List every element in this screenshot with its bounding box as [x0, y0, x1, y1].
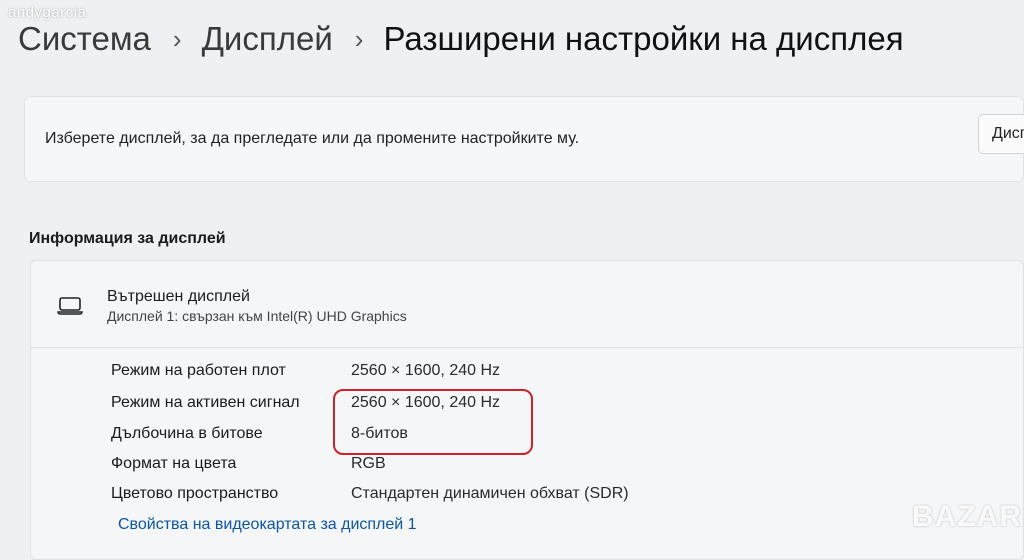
red-highlight-annotation — [333, 389, 533, 455]
display-select-dropdown[interactable]: Дисплей 1 — [978, 114, 1024, 154]
page-title: Разширени настройки на дисплея — [383, 20, 904, 57]
info-label-color-format: Формат на цвета — [111, 455, 237, 472]
select-display-text: Изберете дисплей, за да прегледате или д… — [45, 130, 580, 147]
display-name: Вътрешен дисплей — [107, 288, 250, 305]
section-title-display-info: Информация за дисплей — [29, 230, 226, 247]
breadcrumb: Система › Дисплей › Разширени настройки … — [18, 20, 904, 58]
info-label-bit-depth: Дълбочина в битове — [111, 425, 263, 442]
info-value-desktop-mode: 2560 × 1600, 240 Hz — [351, 362, 501, 379]
display-connection-info: Дисплей 1: свързан към Intel(R) UHD Grap… — [107, 308, 407, 324]
info-label-desktop-mode: Режим на работен плот — [111, 362, 286, 379]
info-label-color-space: Цветово пространство — [111, 485, 279, 502]
display-adapter-properties-link[interactable]: Свойства на видеокартата за дисплей 1 — [118, 516, 417, 534]
info-label-active-signal: Режим на активен сигнал — [111, 394, 300, 411]
divider — [31, 347, 1024, 348]
info-value-color-space: Стандартен динамичен обхват (SDR) — [351, 485, 629, 502]
chevron-right-icon: › — [354, 23, 364, 54]
breadcrumb-display-link[interactable]: Дисплей — [202, 20, 333, 58]
watermark-text: andygarcia — [8, 4, 87, 21]
bazar-logo: BAZAR — [912, 500, 1022, 533]
chevron-right-icon: › — [172, 23, 182, 54]
breadcrumb-system-link[interactable]: Система — [18, 20, 151, 58]
display-header: Вътрешен дисплей Дисплей 1: свързан към … — [31, 261, 1024, 347]
laptop-icon — [57, 297, 83, 315]
info-value-color-format: RGB — [351, 455, 386, 472]
select-display-card: Изберете дисплей, за да прегледате или д… — [24, 96, 1024, 182]
